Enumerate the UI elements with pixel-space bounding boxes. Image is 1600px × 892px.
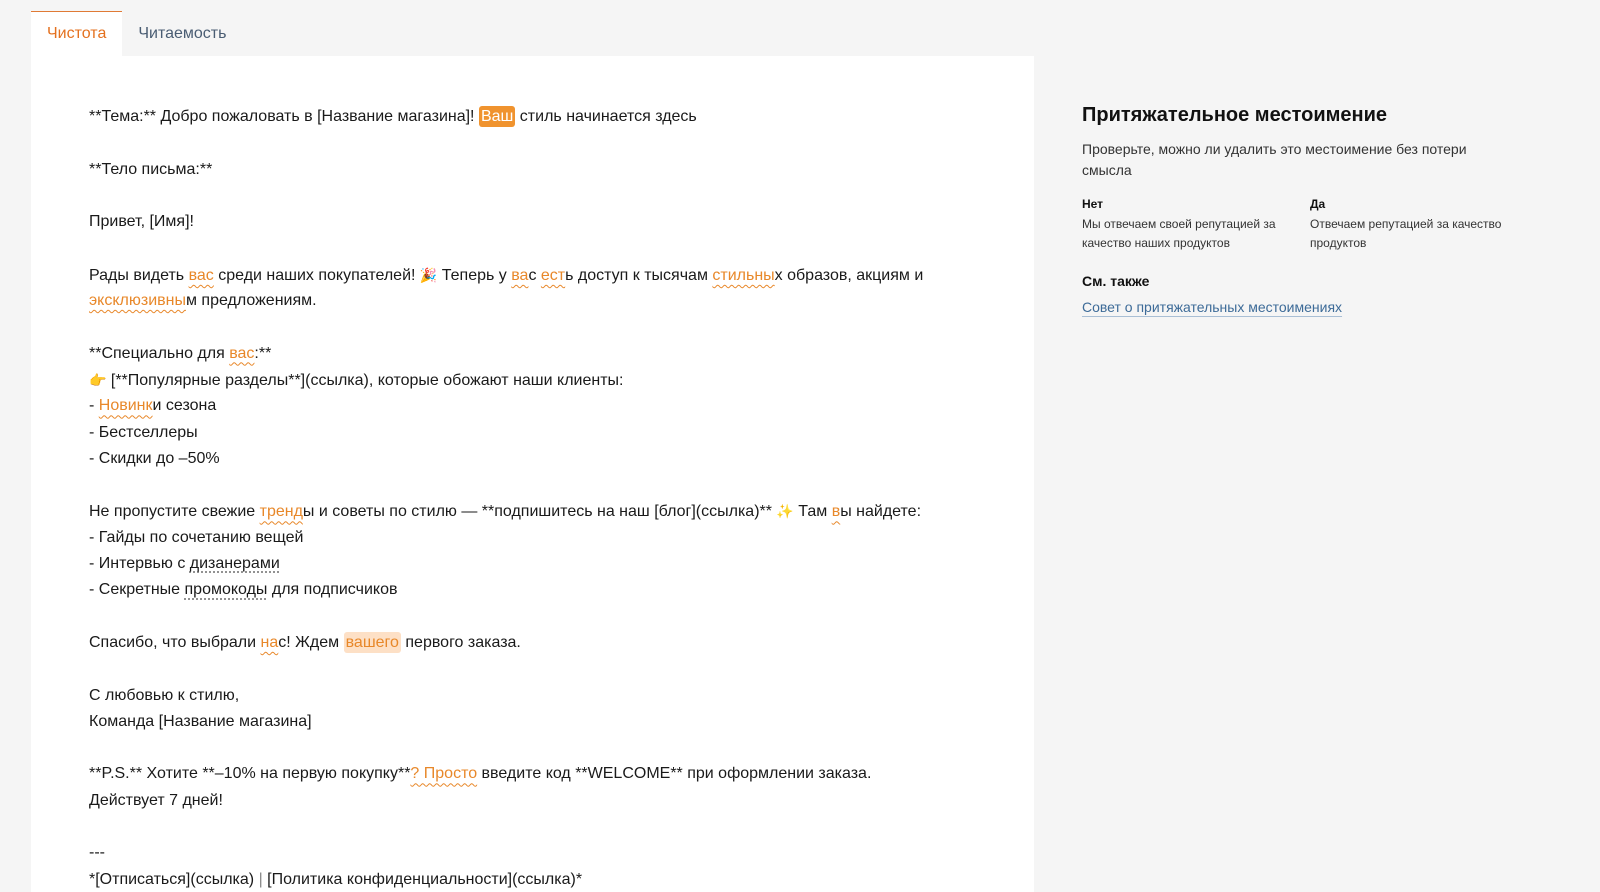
- text-run: - Интервью с: [89, 555, 190, 573]
- list-item: - Новинки сезона: [89, 393, 989, 419]
- paragraph-line: эксклюзивным предложениям.: [89, 288, 989, 314]
- paragraph-line: Спасибо, что выбрали нас! Ждем вашего пе…: [89, 630, 989, 656]
- text-run: Не пропустите свежие: [89, 503, 260, 521]
- suggestion-panel: Притяжательное местоимение Проверьте, мо…: [1082, 104, 1562, 317]
- soft-highlight[interactable]: вашего: [343, 631, 401, 653]
- no-example: Нет Мы отвечаем своей репутацией за каче…: [1082, 197, 1310, 253]
- possessive-pronoun-tip-link[interactable]: Совет о притяжательных местоимениях: [1082, 299, 1342, 315]
- text-run: введите код **WELCOME** при оформлении з…: [477, 765, 872, 783]
- text-run: Рады видеть: [89, 266, 189, 284]
- body-heading: **Тело письма:**: [89, 160, 213, 178]
- text-run: м предложениям.: [185, 292, 317, 310]
- flagged-word[interactable]: ва: [511, 267, 528, 284]
- text-run: и сезона: [152, 397, 217, 415]
- no-example-text: Мы отвечаем своей репутацией за качество…: [1082, 217, 1276, 250]
- text-editor[interactable]: **Тема:** Добро пожаловать в [Название м…: [31, 56, 1034, 892]
- suggestion-title: Притяжательное местоимение: [1082, 104, 1388, 126]
- tab-bar: Чистота Читаемость: [31, 11, 242, 56]
- yes-example-text: Отвечаем репутацией за качество продукто…: [1310, 217, 1502, 250]
- ps-line: Действует 7 дней!: [89, 791, 223, 809]
- text-run: первого заказа.: [400, 633, 521, 651]
- list-intro-line: 👉 [**Популярные разделы**](ссылка), кото…: [89, 367, 989, 393]
- text-run: с: [528, 266, 541, 284]
- flagged-word[interactable]: ест: [541, 267, 565, 284]
- flagged-word[interactable]: вас: [189, 267, 214, 284]
- list-item: - Гайды по сочетанию вещей: [89, 528, 304, 546]
- footer-line: *[Отписаться](ссылка) | [Политика конфид…: [89, 867, 989, 892]
- no-label: Нет: [1082, 197, 1104, 211]
- text-run: [Политика конфиденциальности](ссылка)*: [262, 870, 583, 888]
- text-run: *[Отписаться](ссылка): [89, 870, 259, 888]
- text-run: :**: [254, 344, 272, 362]
- list-item: - Секретные промокоды для подписчиков: [89, 577, 989, 603]
- text-run: **Тема:** Добро пожаловать в [Название м…: [89, 108, 479, 125]
- text-run: - Секретные: [89, 581, 185, 599]
- greeting-line: Привет, [Имя]!: [89, 213, 194, 231]
- flagged-word[interactable]: Новинк: [99, 397, 153, 414]
- yes-example: Да Отвечаем репутацией за качество проду…: [1310, 197, 1538, 253]
- section-heading: **Специально для вас:**: [89, 341, 989, 367]
- flagged-word[interactable]: вас: [229, 345, 254, 362]
- flagged-word[interactable]: ? Просто: [410, 765, 477, 782]
- divider-line: ---: [89, 844, 105, 862]
- text-run: для подписчиков: [267, 581, 398, 599]
- text-run: ь доступ к тысячам: [565, 266, 713, 284]
- flagged-word[interactable]: на: [261, 634, 279, 651]
- text-run: -: [89, 397, 99, 415]
- flagged-word[interactable]: стильны: [712, 267, 774, 284]
- flagged-word[interactable]: тренд: [260, 503, 303, 520]
- text-run: с! Ждем: [278, 633, 344, 651]
- selected-highlight[interactable]: Ваш: [478, 106, 516, 127]
- suggestion-description: Проверьте, можно ли удалить это местоиме…: [1082, 141, 1467, 178]
- yes-label: Да: [1310, 197, 1326, 211]
- tab-readability[interactable]: Читаемость: [122, 11, 242, 56]
- text-run: х образов, акциям и: [774, 266, 924, 284]
- pointing-hand-icon: 👉: [89, 371, 107, 388]
- paragraph-line: Не пропустите свежие тренды и советы по …: [89, 498, 989, 524]
- text-run: **P.S.** Хотите **–10% на первую покупку…: [89, 765, 411, 783]
- spelling-flag-word[interactable]: дизанерами: [190, 555, 280, 572]
- tab-purity[interactable]: Чистота: [31, 11, 123, 56]
- paragraph-line: Рады видеть вас среди наших покупателей!…: [89, 262, 989, 288]
- list-item: - Скидки до –50%: [89, 449, 220, 467]
- party-emoji-icon: 🎉: [419, 266, 438, 283]
- text-run: **Специально для: [89, 344, 230, 362]
- text-run: стиль начинается здесь: [515, 108, 697, 125]
- list-item: - Бестселлеры: [89, 423, 198, 441]
- list-item: - Интервью с дизанерами: [89, 551, 989, 577]
- flagged-word[interactable]: в: [832, 503, 841, 520]
- text-run: Теперь у: [437, 266, 512, 284]
- spelling-flag-word[interactable]: промокоды: [185, 581, 268, 598]
- sparkles-icon: ✨: [776, 503, 794, 520]
- text-run: Там: [793, 503, 832, 521]
- subject-line: **Тема:** Добро пожаловать в [Название м…: [89, 104, 989, 130]
- text-run: Спасибо, что выбрали: [89, 633, 261, 651]
- signoff-line: С любовью к стилю,: [89, 686, 240, 704]
- document-text[interactable]: **Тема:** Добро пожаловать в [Название м…: [89, 104, 989, 892]
- example-columns: Нет Мы отвечаем своей репутацией за каче…: [1082, 197, 1562, 253]
- flagged-word[interactable]: эксклюзивны: [89, 292, 186, 309]
- text-run: ы найдете:: [840, 503, 922, 521]
- ps-line: **P.S.** Хотите **–10% на первую покупку…: [89, 761, 989, 787]
- text-run: среди наших покупателей!: [213, 266, 420, 284]
- signature-line: Команда [Название магазина]: [89, 712, 312, 730]
- text-run: [**Популярные разделы**](ссылка), которы…: [106, 371, 624, 389]
- text-run: ы и советы по стилю — **подпишитесь на н…: [302, 503, 777, 521]
- see-also-heading: См. также: [1082, 273, 1150, 289]
